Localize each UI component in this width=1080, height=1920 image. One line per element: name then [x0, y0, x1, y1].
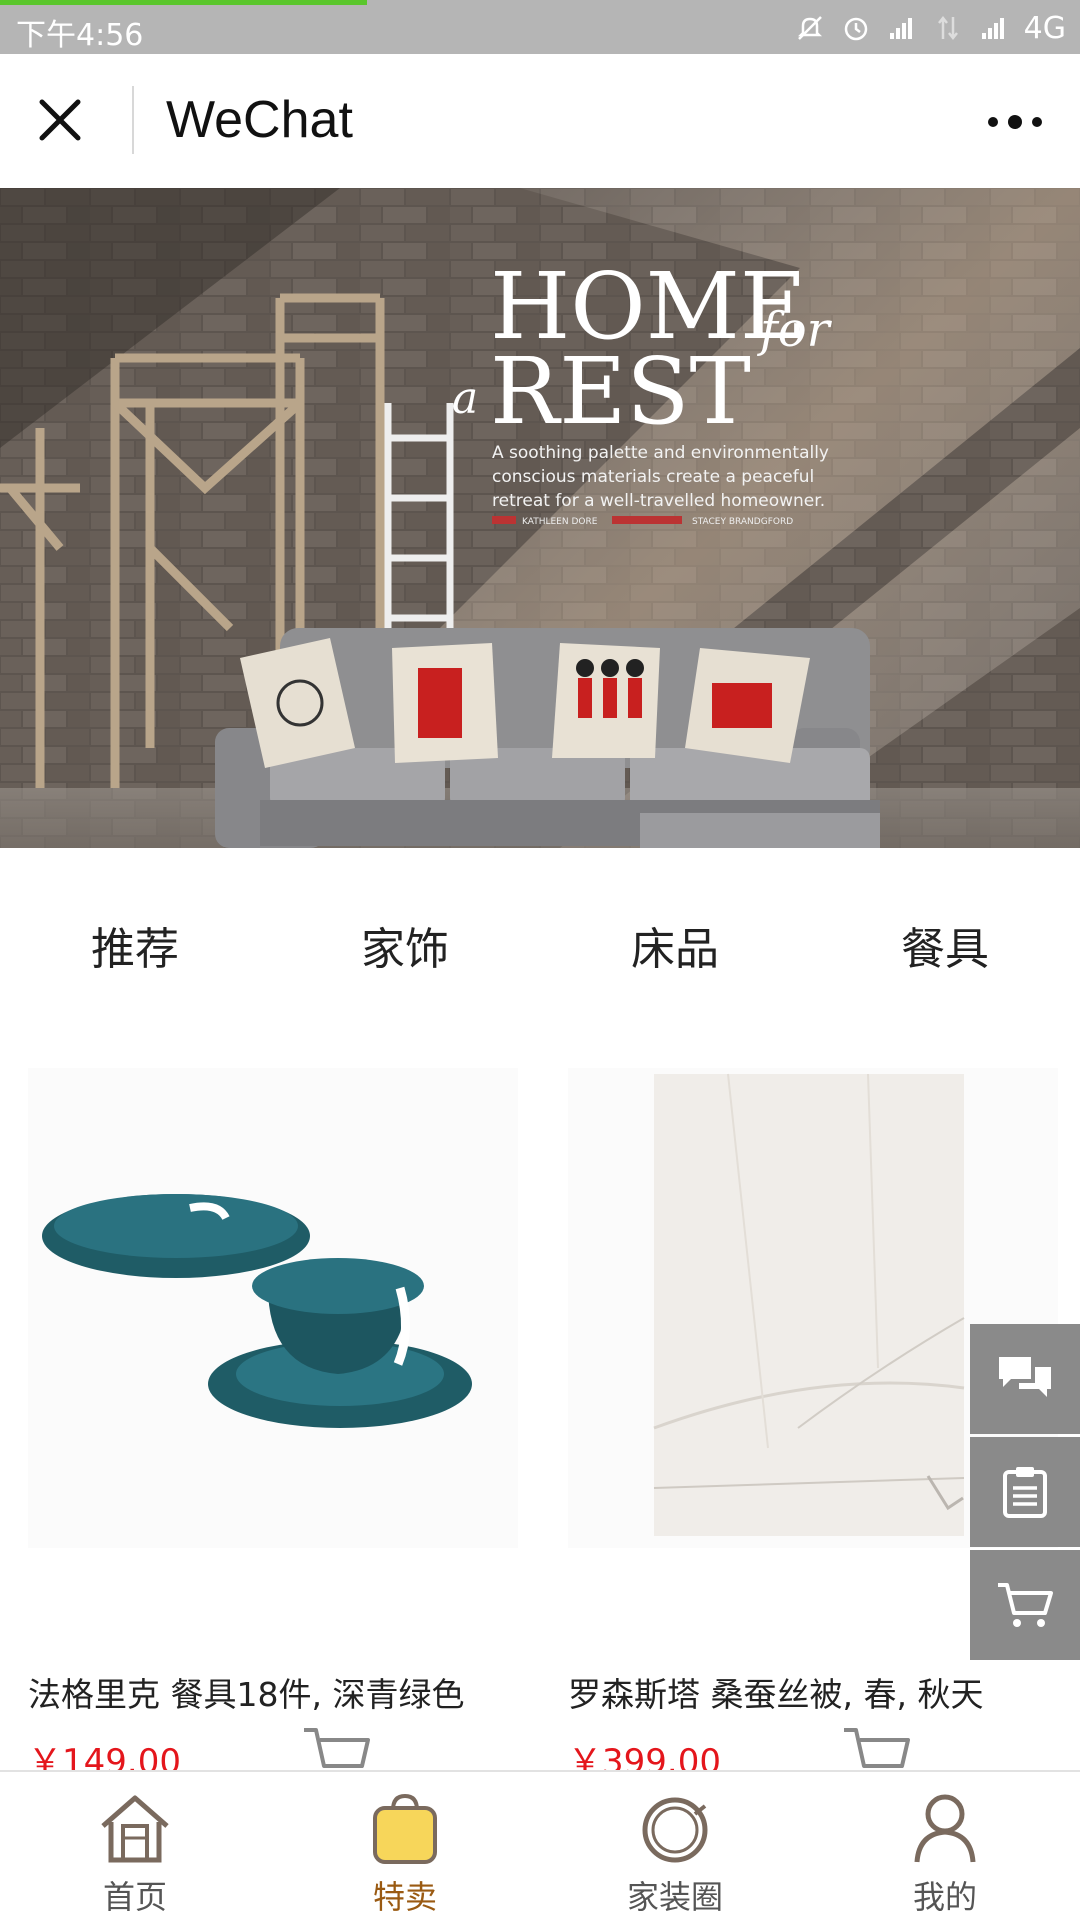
signal-icon-2 [978, 12, 1010, 44]
cart-button[interactable] [970, 1550, 1080, 1660]
title-bar: WeChat [0, 54, 1080, 188]
close-icon [39, 99, 81, 141]
product-card[interactable]: 法格里克 餐具18件, 深青绿色 ￥149.00 [28, 1068, 518, 1782]
nav-item-me[interactable]: 我的 [810, 1772, 1080, 1920]
hero-headline-for: for [757, 302, 833, 358]
nav-label: 我的 [912, 1878, 977, 1916]
house-icon [101, 1795, 169, 1863]
hero-headline-a: a [452, 373, 478, 424]
nav-item-sale[interactable]: 特卖 [270, 1772, 540, 1920]
ring-icon [642, 1797, 708, 1863]
category-tab-decor[interactable]: 家饰 [270, 900, 540, 990]
clipboard-icon [1003, 1467, 1047, 1518]
bottom-nav: 首页 特卖 家装圈 我的 [0, 1770, 1080, 1920]
status-icons: 4G [794, 8, 1066, 48]
nav-item-home[interactable]: 首页 [0, 1772, 270, 1920]
status-bar: 下午4:56 4G [0, 0, 1080, 54]
category-tab-recommended[interactable]: 推荐 [0, 900, 270, 990]
mute-icon [794, 12, 826, 44]
hero-body-line1: A soothing palette and environmentally [492, 443, 829, 463]
category-tab-bedding[interactable]: 床品 [540, 900, 810, 990]
nav-label: 特卖 [372, 1878, 437, 1916]
category-tab-tableware[interactable]: 餐具 [810, 900, 1080, 990]
alarm-icon [840, 12, 872, 44]
hero-banner[interactable]: HOME for a REST A soothing palette and e… [0, 188, 1080, 848]
chat-icon [999, 1357, 1051, 1397]
orders-button[interactable] [970, 1437, 1080, 1547]
cart-icon [998, 1583, 1053, 1627]
chat-button[interactable] [970, 1324, 1080, 1434]
window-title: WeChat [166, 91, 353, 149]
data-arrows-icon [932, 12, 964, 44]
person-icon [914, 1794, 976, 1863]
hero-headline-rest: REST [490, 338, 751, 445]
close-button[interactable] [30, 90, 90, 150]
nav-label: 家装圈 [626, 1878, 723, 1916]
product-name[interactable]: 法格里克 餐具18件, 深青绿色 [28, 1668, 464, 1716]
signal-icon [886, 12, 918, 44]
status-time: 下午4:56 [16, 18, 144, 53]
hero-credit-left: KATHLEEN DORE [522, 517, 598, 527]
hero-credit-right: STACEY BRANDGFORD [692, 517, 793, 527]
product-name[interactable]: 罗森斯塔 桑蚕丝被, 春, 秋天 [568, 1668, 983, 1716]
shopping-bag-icon [373, 1793, 437, 1864]
page-load-progress [0, 0, 368, 5]
more-options-button[interactable] [980, 94, 1050, 150]
hero-body-line3: retreat for a well-travelled homeowner. [492, 491, 825, 511]
network-type: 4G [1023, 10, 1066, 46]
more-dots-icon [988, 115, 1042, 129]
hero-body-line2: conscious materials create a peaceful [492, 467, 814, 487]
nav-item-community[interactable]: 家装圈 [540, 1772, 810, 1920]
title-divider [132, 86, 134, 154]
product-image-tableware[interactable] [28, 1068, 518, 1548]
nav-label: 首页 [102, 1878, 167, 1916]
hero-image: HOME for a REST A soothing palette and e… [0, 188, 1080, 848]
category-tabs: 推荐 家饰 床品 餐具 [0, 900, 1080, 990]
